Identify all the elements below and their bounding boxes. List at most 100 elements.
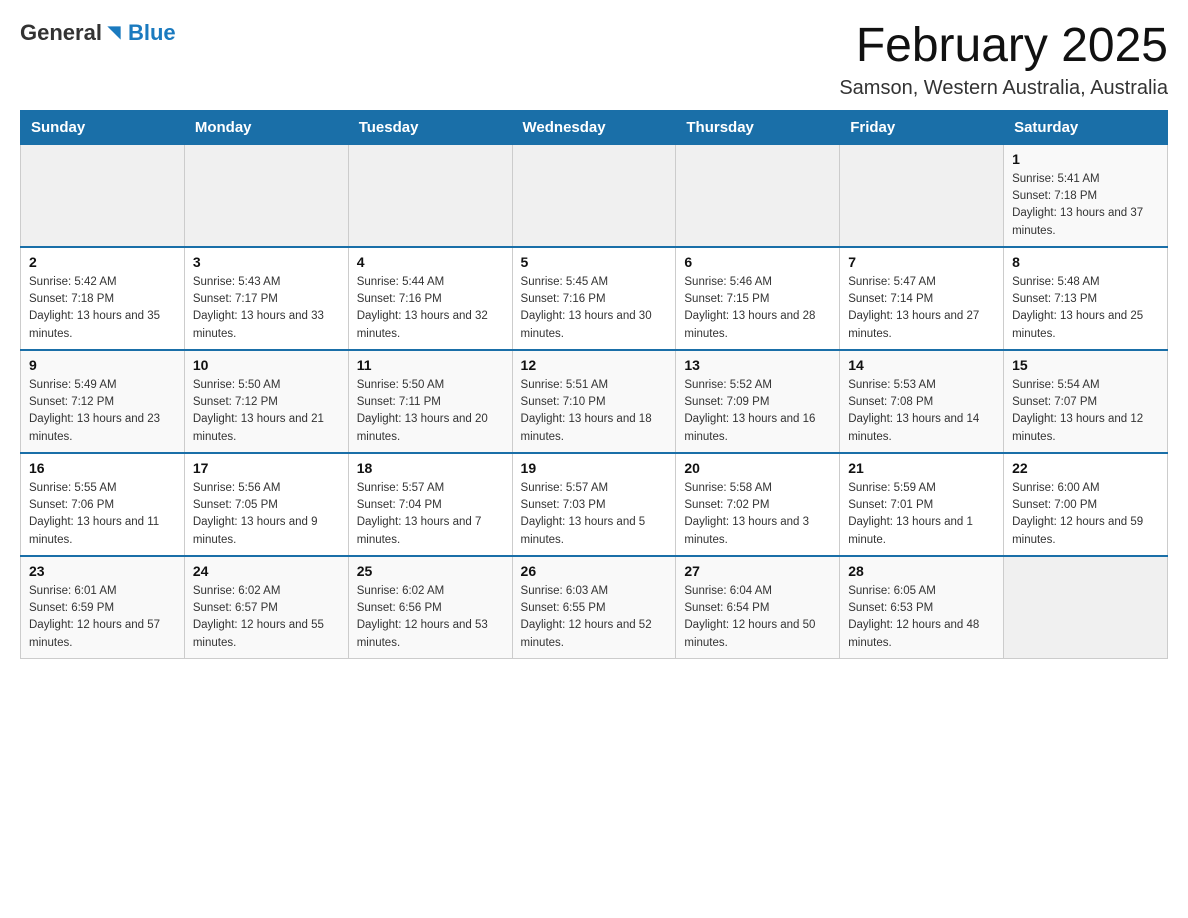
calendar-day-cell: 1 Sunrise: 5:41 AM Sunset: 7:18 PM Daylig… <box>1004 144 1168 247</box>
calendar-day-cell: 13 Sunrise: 5:52 AM Sunset: 7:09 PM Dayli… <box>676 350 840 453</box>
calendar-day-cell: 7Sunrise: 5:47 AM Sunset: 7:14 PM Daylig… <box>840 247 1004 350</box>
day-info: Sunrise: 5:57 AM Sunset: 7:04 PM Dayligh… <box>357 480 504 549</box>
calendar-day-cell: 25Sunrise: 6:02 AM Sunset: 6:56 PM Dayli… <box>348 556 512 659</box>
calendar-day-cell <box>840 144 1004 247</box>
calendar-day-cell: 27 Sunrise: 6:04 AM Sunset: 6:54 PM Dayli… <box>676 556 840 659</box>
calendar-header-thursday: Thursday <box>676 110 840 144</box>
day-info: Sunrise: 5:42 AM Sunset: 7:18 PM Dayligh… <box>29 274 176 343</box>
logo-text-general: General <box>20 20 102 46</box>
day-number: 27 <box>684 563 831 579</box>
day-number: 4 <box>357 254 504 270</box>
day-number: 5 <box>521 254 668 270</box>
day-number: 19 <box>521 460 668 476</box>
day-info: Sunrise: 5:50 AM Sunset: 7:12 PM Dayligh… <box>193 377 340 446</box>
day-number: 15 <box>1012 357 1159 373</box>
calendar-day-cell: 8 Sunrise: 5:48 AM Sunset: 7:13 PM Daylig… <box>1004 247 1168 350</box>
calendar-header-wednesday: Wednesday <box>512 110 676 144</box>
day-number: 17 <box>193 460 340 476</box>
calendar-week-row: 9 Sunrise: 5:49 AM Sunset: 7:12 PM Daylig… <box>21 350 1168 453</box>
day-number: 20 <box>684 460 831 476</box>
calendar-week-row: 16 Sunrise: 5:55 AM Sunset: 7:06 PM Dayli… <box>21 453 1168 556</box>
day-number: 10 <box>193 357 340 373</box>
day-info: Sunrise: 5:45 AM Sunset: 7:16 PM Dayligh… <box>521 274 668 343</box>
calendar-day-cell: 12 Sunrise: 5:51 AM Sunset: 7:10 PM Dayli… <box>512 350 676 453</box>
calendar-day-cell: 16 Sunrise: 5:55 AM Sunset: 7:06 PM Dayli… <box>21 453 185 556</box>
calendar-day-cell: 3 Sunrise: 5:43 AM Sunset: 7:17 PM Daylig… <box>184 247 348 350</box>
calendar-header-sunday: Sunday <box>21 110 185 144</box>
calendar-day-cell: 24Sunrise: 6:02 AM Sunset: 6:57 PM Dayli… <box>184 556 348 659</box>
calendar-header-friday: Friday <box>840 110 1004 144</box>
day-info: Sunrise: 5:47 AM Sunset: 7:14 PM Dayligh… <box>848 274 995 343</box>
calendar-day-cell <box>348 144 512 247</box>
month-title: February 2025 <box>839 20 1168 73</box>
day-info: Sunrise: 5:51 AM Sunset: 7:10 PM Dayligh… <box>521 377 668 446</box>
day-info: Sunrise: 6:05 AM Sunset: 6:53 PM Dayligh… <box>848 583 995 652</box>
day-info: Sunrise: 5:57 AM Sunset: 7:03 PM Dayligh… <box>521 480 668 549</box>
calendar-header-saturday: Saturday <box>1004 110 1168 144</box>
day-number: 8 <box>1012 254 1159 270</box>
day-info: Sunrise: 5:41 AM Sunset: 7:18 PM Dayligh… <box>1012 171 1159 240</box>
day-number: 23 <box>29 563 176 579</box>
day-number: 21 <box>848 460 995 476</box>
calendar-day-cell: 11 Sunrise: 5:50 AM Sunset: 7:11 PM Dayli… <box>348 350 512 453</box>
day-number: 9 <box>29 357 176 373</box>
location-subtitle: Samson, Western Australia, Australia <box>839 77 1168 100</box>
day-info: Sunrise: 6:02 AM Sunset: 6:56 PM Dayligh… <box>357 583 504 652</box>
day-info: Sunrise: 5:48 AM Sunset: 7:13 PM Dayligh… <box>1012 274 1159 343</box>
day-number: 26 <box>521 563 668 579</box>
day-number: 6 <box>684 254 831 270</box>
calendar-day-cell: 21 Sunrise: 5:59 AM Sunset: 7:01 PM Dayli… <box>840 453 1004 556</box>
day-info: Sunrise: 5:54 AM Sunset: 7:07 PM Dayligh… <box>1012 377 1159 446</box>
day-info: Sunrise: 6:00 AM Sunset: 7:00 PM Dayligh… <box>1012 480 1159 549</box>
calendar-day-cell: 14 Sunrise: 5:53 AM Sunset: 7:08 PM Dayli… <box>840 350 1004 453</box>
day-info: Sunrise: 5:55 AM Sunset: 7:06 PM Dayligh… <box>29 480 176 549</box>
calendar-day-cell: 6Sunrise: 5:46 AM Sunset: 7:15 PM Daylig… <box>676 247 840 350</box>
day-number: 22 <box>1012 460 1159 476</box>
calendar-day-cell: 23 Sunrise: 6:01 AM Sunset: 6:59 PM Dayli… <box>21 556 185 659</box>
day-info: Sunrise: 5:52 AM Sunset: 7:09 PM Dayligh… <box>684 377 831 446</box>
day-number: 13 <box>684 357 831 373</box>
calendar-table: SundayMondayTuesdayWednesdayThursdayFrid… <box>20 110 1168 659</box>
day-info: Sunrise: 5:44 AM Sunset: 7:16 PM Dayligh… <box>357 274 504 343</box>
day-info: Sunrise: 6:03 AM Sunset: 6:55 PM Dayligh… <box>521 583 668 652</box>
day-number: 14 <box>848 357 995 373</box>
day-number: 18 <box>357 460 504 476</box>
day-number: 28 <box>848 563 995 579</box>
day-number: 12 <box>521 357 668 373</box>
calendar-day-cell: 10 Sunrise: 5:50 AM Sunset: 7:12 PM Dayli… <box>184 350 348 453</box>
day-info: Sunrise: 6:02 AM Sunset: 6:57 PM Dayligh… <box>193 583 340 652</box>
calendar-week-row: 23 Sunrise: 6:01 AM Sunset: 6:59 PM Dayli… <box>21 556 1168 659</box>
day-number: 2 <box>29 254 176 270</box>
calendar-week-row: 2 Sunrise: 5:42 AM Sunset: 7:18 PM Daylig… <box>21 247 1168 350</box>
day-info: Sunrise: 6:04 AM Sunset: 6:54 PM Dayligh… <box>684 583 831 652</box>
day-info: Sunrise: 5:43 AM Sunset: 7:17 PM Dayligh… <box>193 274 340 343</box>
logo-text-blue: Blue <box>128 20 176 45</box>
calendar-day-cell: 19 Sunrise: 5:57 AM Sunset: 7:03 PM Dayli… <box>512 453 676 556</box>
calendar-day-cell: 28 Sunrise: 6:05 AM Sunset: 6:53 PM Dayli… <box>840 556 1004 659</box>
calendar-day-cell: 15 Sunrise: 5:54 AM Sunset: 7:07 PM Dayli… <box>1004 350 1168 453</box>
day-number: 16 <box>29 460 176 476</box>
calendar-day-cell: 5 Sunrise: 5:45 AM Sunset: 7:16 PM Daylig… <box>512 247 676 350</box>
calendar-day-cell <box>21 144 185 247</box>
day-info: Sunrise: 5:53 AM Sunset: 7:08 PM Dayligh… <box>848 377 995 446</box>
day-number: 1 <box>1012 151 1159 167</box>
calendar-day-cell: 9 Sunrise: 5:49 AM Sunset: 7:12 PM Daylig… <box>21 350 185 453</box>
logo-triangle-icon <box>104 23 124 43</box>
day-info: Sunrise: 6:01 AM Sunset: 6:59 PM Dayligh… <box>29 583 176 652</box>
day-info: Sunrise: 5:50 AM Sunset: 7:11 PM Dayligh… <box>357 377 504 446</box>
day-info: Sunrise: 5:58 AM Sunset: 7:02 PM Dayligh… <box>684 480 831 549</box>
calendar-day-cell <box>1004 556 1168 659</box>
calendar-header-tuesday: Tuesday <box>348 110 512 144</box>
calendar-day-cell: 4 Sunrise: 5:44 AM Sunset: 7:16 PM Daylig… <box>348 247 512 350</box>
calendar-day-cell <box>676 144 840 247</box>
day-number: 3 <box>193 254 340 270</box>
day-number: 11 <box>357 357 504 373</box>
calendar-day-cell: 2 Sunrise: 5:42 AM Sunset: 7:18 PM Daylig… <box>21 247 185 350</box>
day-info: Sunrise: 5:49 AM Sunset: 7:12 PM Dayligh… <box>29 377 176 446</box>
calendar-day-cell <box>184 144 348 247</box>
day-info: Sunrise: 5:59 AM Sunset: 7:01 PM Dayligh… <box>848 480 995 549</box>
day-info: Sunrise: 5:56 AM Sunset: 7:05 PM Dayligh… <box>193 480 340 549</box>
calendar-week-row: 1 Sunrise: 5:41 AM Sunset: 7:18 PM Daylig… <box>21 144 1168 247</box>
calendar-day-cell: 18 Sunrise: 5:57 AM Sunset: 7:04 PM Dayli… <box>348 453 512 556</box>
page-header: General Blue February 2025 Samson, Weste… <box>20 20 1168 100</box>
